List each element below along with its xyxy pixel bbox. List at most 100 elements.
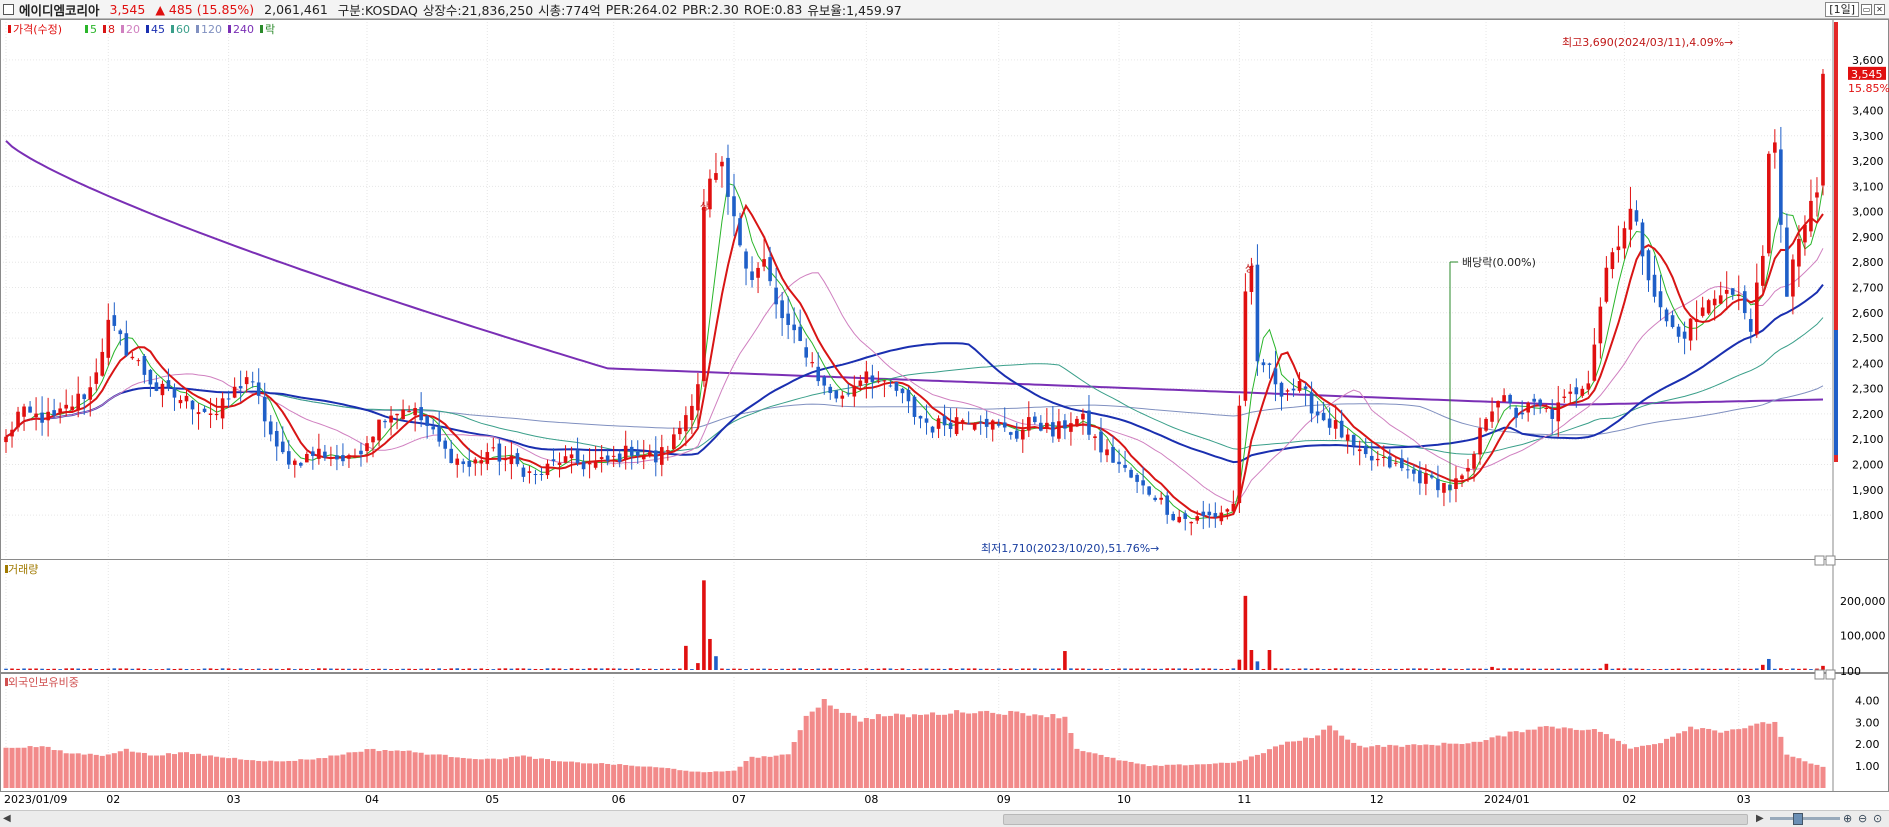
candle-body bbox=[533, 473, 538, 475]
volume-bar bbox=[1315, 668, 1320, 670]
candle-body bbox=[515, 453, 520, 465]
candle-body bbox=[1815, 192, 1819, 198]
volume-bar bbox=[359, 668, 363, 670]
candle-body bbox=[1809, 200, 1813, 232]
legend-label: 240 bbox=[233, 23, 254, 36]
volume-bar bbox=[1532, 668, 1536, 670]
foreign-bar bbox=[1014, 711, 1020, 788]
volume-bar bbox=[1249, 650, 1254, 670]
foreign-bar bbox=[833, 708, 839, 788]
candle-body bbox=[1634, 210, 1639, 222]
foreign-bar bbox=[1507, 731, 1513, 788]
panel-button-icon bbox=[1814, 669, 1825, 680]
zoom-in-icon[interactable]: ⊕ bbox=[1843, 812, 1852, 825]
volume-bar bbox=[1129, 668, 1133, 670]
foreign-bar bbox=[177, 752, 184, 788]
volume-bar bbox=[1351, 668, 1356, 670]
candle-body bbox=[34, 413, 38, 418]
foreign-bar bbox=[797, 730, 803, 788]
zoom-reset-icon[interactable]: ⊙ bbox=[1873, 812, 1882, 825]
candle-body bbox=[575, 450, 580, 464]
candle-body bbox=[1147, 486, 1151, 495]
stock-chart[interactable]: 1,800 1,900 2,000 2,100 2,200 2,300 2,400 2,500… bbox=[0, 0, 1889, 826]
volume-bar bbox=[1754, 668, 1759, 670]
foreign-bar bbox=[1122, 760, 1128, 788]
volume-bar bbox=[112, 668, 117, 670]
foreign-bar bbox=[153, 755, 159, 788]
volume-bar bbox=[1634, 668, 1639, 670]
candle-body bbox=[1375, 458, 1380, 461]
candle-body bbox=[1718, 295, 1723, 304]
scroll-right-icon[interactable]: ▶ bbox=[1756, 813, 1764, 824]
foreign-tick-label: 1.00 bbox=[1855, 760, 1880, 773]
candle-body bbox=[1327, 418, 1332, 428]
candle-body bbox=[142, 355, 147, 375]
volume-bar bbox=[1153, 668, 1157, 670]
foreign-bar bbox=[1357, 745, 1363, 788]
foreign-bar bbox=[1284, 741, 1291, 788]
candle-body bbox=[317, 448, 321, 459]
candle-body bbox=[672, 434, 676, 450]
volume-bar bbox=[1339, 668, 1344, 670]
candle-body bbox=[1345, 434, 1350, 441]
horizontal-scrollbar[interactable]: ◀ ▶ ⊕ ⊖ ⊙ bbox=[0, 810, 1889, 827]
candle-body bbox=[1231, 503, 1236, 512]
volume-bar bbox=[960, 668, 965, 670]
foreign-bar bbox=[1525, 729, 1531, 788]
volume-bar bbox=[870, 668, 875, 670]
scroll-thumb[interactable] bbox=[1003, 814, 1748, 825]
candle-body bbox=[714, 173, 718, 180]
volume-bar bbox=[1333, 668, 1338, 670]
volume-bar bbox=[1821, 665, 1825, 670]
volume-bar bbox=[762, 668, 766, 670]
volume-bar bbox=[822, 668, 827, 670]
volume-bar bbox=[401, 668, 405, 670]
foreign-bar bbox=[1591, 729, 1597, 788]
foreign-bar bbox=[1820, 766, 1826, 788]
legend-swatch bbox=[260, 25, 263, 33]
volume-bar bbox=[1291, 669, 1296, 670]
volume-bar bbox=[1243, 595, 1248, 670]
candle-body bbox=[1189, 521, 1194, 524]
volume-bar bbox=[503, 668, 508, 670]
candle-body bbox=[587, 462, 592, 465]
volume-bar bbox=[539, 669, 544, 670]
volume-bar bbox=[154, 669, 159, 670]
volume-bar bbox=[882, 668, 887, 670]
x-tick-label: 09 bbox=[997, 793, 1011, 806]
foreign-bar bbox=[1760, 722, 1766, 788]
candle-body bbox=[960, 420, 965, 423]
zoom-slider[interactable] bbox=[1770, 817, 1840, 820]
volume-bar bbox=[172, 669, 177, 670]
volume-bar bbox=[834, 668, 839, 670]
foreign-bar bbox=[1062, 716, 1068, 788]
volume-bar bbox=[798, 668, 802, 670]
volume-bar bbox=[563, 669, 568, 670]
candle-body bbox=[1544, 407, 1549, 409]
candle-body bbox=[431, 426, 435, 430]
foreign-bar bbox=[978, 711, 984, 788]
candle-body bbox=[1604, 267, 1609, 302]
foreign-bar bbox=[508, 756, 514, 788]
foreign-bar bbox=[3, 747, 9, 788]
candle-body bbox=[605, 455, 610, 461]
volume-bar bbox=[1779, 668, 1783, 670]
zoom-slider-handle[interactable] bbox=[1793, 813, 1803, 825]
zoom-out-icon[interactable]: ⊖ bbox=[1858, 812, 1867, 825]
foreign-bar bbox=[1393, 745, 1399, 788]
foreign-bar bbox=[1531, 729, 1537, 788]
foreign-bar bbox=[869, 719, 875, 788]
volume-bar bbox=[1706, 668, 1711, 670]
foreign-bar bbox=[1164, 764, 1170, 788]
candle-body bbox=[1279, 382, 1284, 397]
foreign-bar bbox=[1218, 762, 1224, 788]
foreign-bar bbox=[376, 751, 382, 788]
candle-body bbox=[906, 389, 911, 402]
candle-body bbox=[1652, 274, 1657, 297]
scroll-left-icon[interactable]: ◀ bbox=[3, 813, 11, 824]
foreign-bar bbox=[1718, 732, 1724, 788]
volume-bar bbox=[629, 668, 634, 670]
volume-bar bbox=[1580, 668, 1585, 670]
candle-body bbox=[864, 371, 869, 383]
legend-label: 8 bbox=[108, 23, 115, 36]
